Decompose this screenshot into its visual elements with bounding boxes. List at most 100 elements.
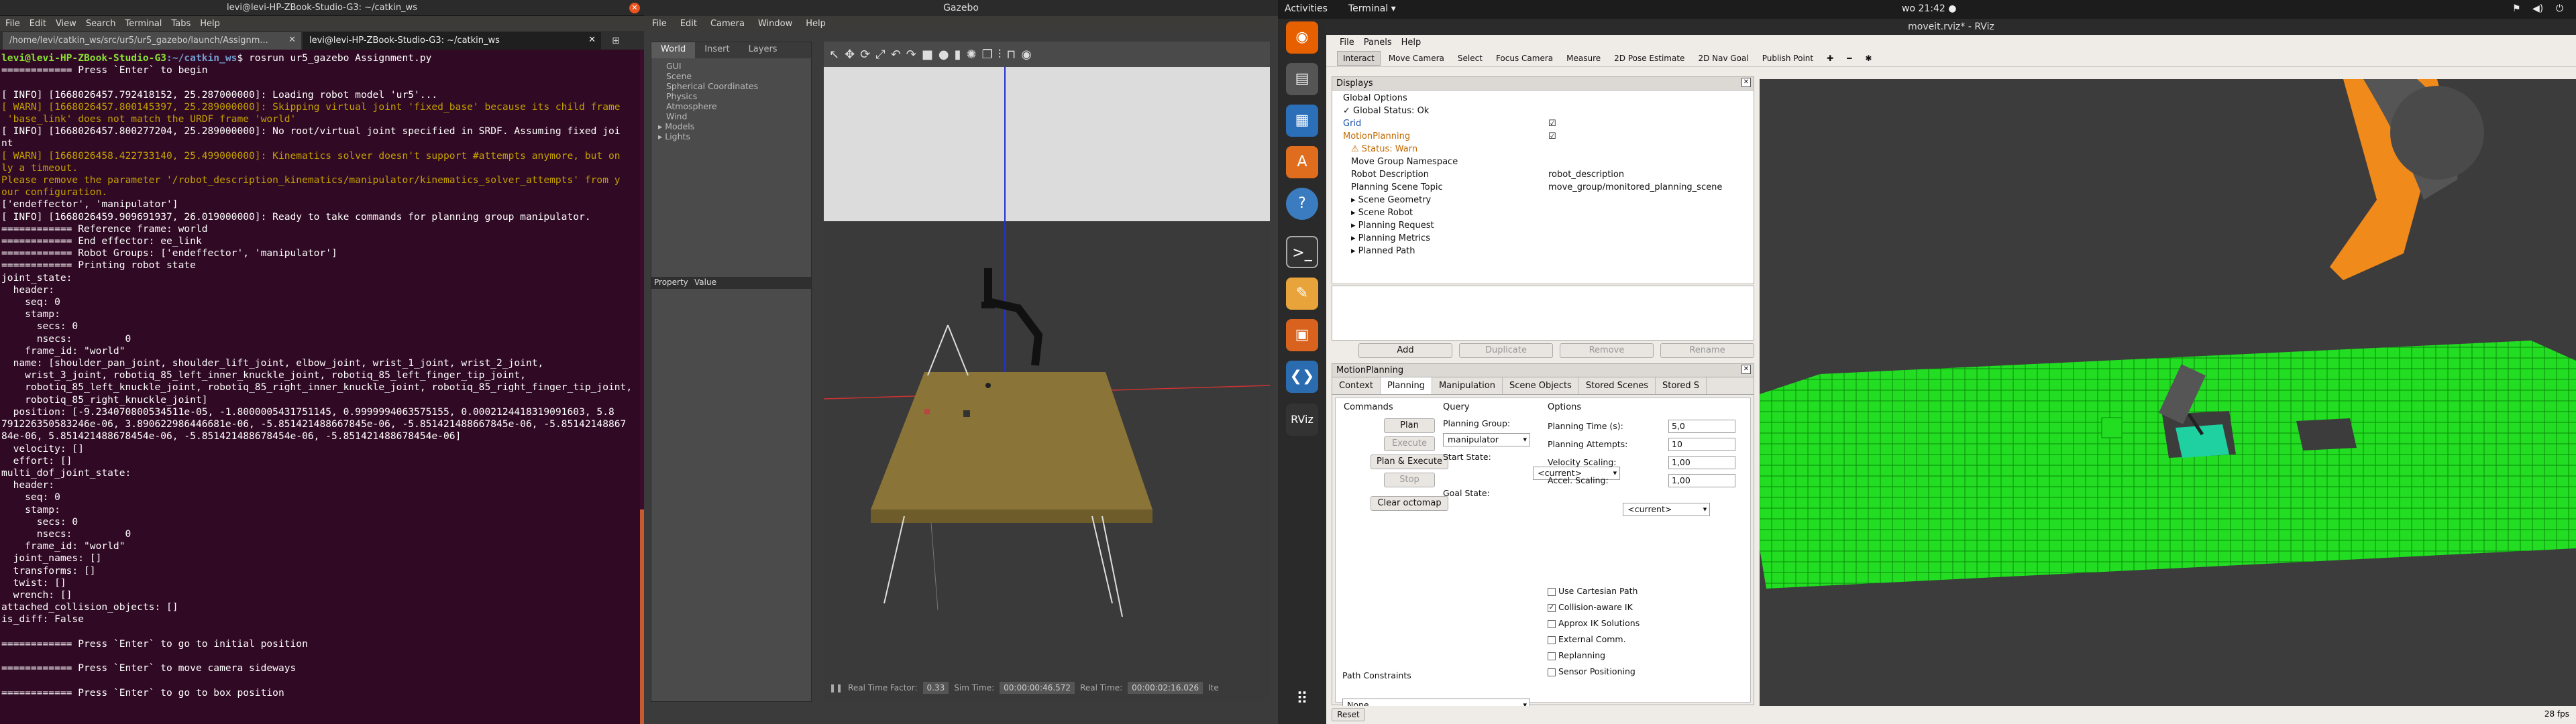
pause-icon[interactable]: ❚❚ [829,683,843,692]
option-checkbox-row[interactable]: Approx IK Solutions [1548,615,1735,631]
software-icon[interactable]: A [1286,146,1318,178]
new-tab-icon[interactable]: ⊞ [602,32,629,50]
close-icon[interactable]: ✕ [588,35,596,45]
terminal-icon[interactable]: >_ [1286,236,1318,268]
checkbox[interactable] [1548,652,1556,660]
display-row[interactable]: Grid ☑ [1335,117,1751,130]
plan-execute-button[interactable]: Plan & Execute [1371,455,1448,469]
rviz-icon[interactable]: RViz [1286,404,1318,436]
power-icon[interactable]: ⏻ [2556,3,2563,14]
screenshot-icon[interactable]: ◉ [1021,48,1032,62]
option-checkbox-row[interactable]: ✓ Collision-aware IK [1548,599,1735,615]
checkbox[interactable] [1548,636,1556,644]
terminal-tab-2[interactable]: levi@levi-HP-ZBook-Studio-G3: ~/catkin_w… [303,32,601,50]
remove-button[interactable]: Remove [1560,343,1654,358]
redo-icon[interactable]: ↷ [906,48,916,62]
menu-help[interactable]: Help [1401,38,1421,48]
display-row[interactable]: ⚠ Status: Warn [1335,143,1751,156]
app-menu[interactable]: Terminal ▾ [1348,3,1396,14]
checkbox[interactable] [1548,668,1556,676]
files-icon[interactable]: ▤ [1286,63,1318,95]
gazebo-3d-viewport[interactable] [824,67,1270,674]
world-tree-item[interactable]: Scene [658,71,804,81]
world-tree-item[interactable]: Physics [658,91,804,101]
rotate-icon[interactable]: ⟳ [860,48,870,62]
tool-2d-nav[interactable]: 2D Nav Goal [1693,52,1754,65]
menu-camera[interactable]: Camera [710,19,745,29]
tab-world[interactable]: World [651,42,696,58]
goal-state-select[interactable]: <current> [1623,503,1711,516]
menu-panels[interactable]: Panels [1364,38,1392,48]
activities-button[interactable]: Activities [1285,3,1328,14]
world-tree-item[interactable]: ▸ Models [658,121,804,131]
tab-stored-scenes[interactable]: Stored Scenes [1579,377,1656,394]
checkbox[interactable] [1548,587,1556,596]
tool-2d-pose[interactable]: 2D Pose Estimate [1609,52,1690,65]
menu-file[interactable]: File [5,19,20,29]
display-row[interactable]: ✓ Global Status: Ok [1335,105,1751,117]
volume-icon[interactable]: ◀) [2532,3,2543,14]
scale-icon[interactable]: ⤢ [875,48,885,62]
tab-scene-objects[interactable]: Scene Objects [1503,377,1579,394]
menu-edit[interactable]: Edit [30,19,46,29]
plan-button[interactable]: Plan [1384,418,1435,433]
display-row[interactable]: ▸ Scene Robot [1335,206,1751,219]
menu-tabs[interactable]: Tabs [171,19,191,29]
display-row[interactable]: ▸ Planned Path [1335,245,1751,257]
world-tree-item[interactable]: GUI [658,61,804,71]
display-row[interactable]: MotionPlanning ☑ [1335,130,1751,143]
text-editor-icon[interactable]: ✎ [1286,278,1318,310]
stop-button[interactable]: Stop [1384,473,1435,487]
close-icon[interactable]: ✕ [288,35,296,45]
vscode-icon[interactable]: ❮❯ [1286,361,1318,393]
world-tree-item[interactable]: ▸ Lights [658,131,804,141]
tool-publish-point[interactable]: Publish Point [1757,52,1819,65]
terminal-tab-1[interactable]: /home/levi/catkin_ws/src/ur5/ur5_gazebo/… [3,32,301,50]
terminal-output[interactable]: levi@levi-HP-ZBook-Studio-G3:~/catkin_ws… [0,50,644,702]
sphere-icon[interactable]: ● [938,48,949,62]
display-row[interactable]: Move Group Namespace [1335,156,1751,168]
option-spinbox[interactable]: 10 [1668,437,1735,451]
tool-measure[interactable]: Measure [1561,52,1606,65]
display-row[interactable]: ▸ Planning Request [1335,219,1751,232]
cylinder-icon[interactable]: ▮ [955,48,961,62]
snap-icon[interactable]: ⊓ [1006,48,1016,62]
copy-icon[interactable]: ❐ [982,48,993,62]
display-row[interactable]: ▸ Planning Metrics [1335,232,1751,245]
close-icon[interactable]: ✕ [629,3,640,13]
package-icon[interactable]: ▣ [1286,319,1318,351]
translate-icon[interactable]: ✥ [845,48,855,62]
rename-button[interactable]: Rename [1660,343,1754,358]
menu-edit[interactable]: Edit [680,19,697,29]
menu-terminal[interactable]: Terminal [125,19,162,29]
close-icon[interactable]: ✕ [1741,365,1751,374]
display-row[interactable]: Robot Description robot_description [1335,168,1751,181]
tab-stored-states[interactable]: Stored S [1656,377,1707,394]
option-checkbox-row[interactable]: Sensor Positioning [1548,664,1735,680]
display-row[interactable]: Planning Scene Topic move_group/monitored… [1335,181,1751,194]
option-checkbox-row[interactable]: External Comm. [1548,631,1735,648]
option-spinbox[interactable]: 1,00 [1668,455,1735,469]
world-tree-item[interactable]: Wind [658,111,804,121]
option-spinbox[interactable]: 5,0 [1668,419,1735,433]
firefox-icon[interactable]: ◉ [1286,21,1318,54]
menu-help[interactable]: Help [806,19,826,29]
world-tree-item[interactable]: Atmosphere [658,101,804,111]
box-icon[interactable]: ■ [922,48,933,62]
menu-window[interactable]: Window [758,19,792,29]
writer-icon[interactable]: ▦ [1286,105,1318,137]
close-icon[interactable]: ✕ [1741,78,1751,87]
tab-manipulation[interactable]: Manipulation [1432,377,1503,394]
tool-interact[interactable]: Interact [1337,50,1381,66]
planning-group-select[interactable]: manipulator [1443,433,1530,446]
clock[interactable]: wo 21:42 ● [1902,3,1956,14]
display-row[interactable]: Global Options [1335,92,1751,105]
world-tree-item[interactable]: Spherical Coordinates [658,81,804,91]
network-icon[interactable]: ⚑ [2512,3,2521,14]
clear-octomap-button[interactable]: Clear octomap [1371,496,1448,511]
menu-file[interactable]: File [652,19,667,29]
remove-tool-icon[interactable]: ━ [1841,52,1857,65]
select-icon[interactable]: ↖ [829,48,839,62]
checkbox[interactable] [1548,619,1556,628]
add-button[interactable]: Add [1358,343,1452,358]
